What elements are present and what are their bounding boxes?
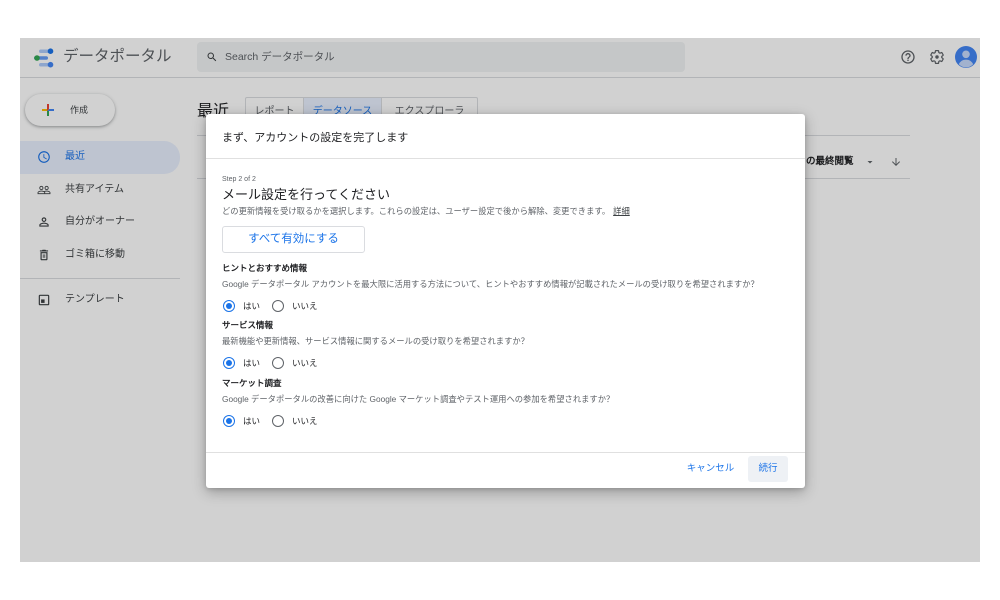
section-title: マーケット調査	[222, 378, 282, 388]
radio-label-yes[interactable]: はい	[243, 299, 260, 313]
setup-dialog: まず、アカウントの設定を完了します Step 2 of 2 メール設定を行ってく…	[206, 114, 805, 488]
cancel-button[interactable]: キャンセル	[680, 456, 741, 482]
dialog-heading: メール設定を行ってください	[222, 187, 390, 202]
radio-label-no[interactable]: いいえ	[292, 299, 318, 313]
email-pref-service-section: サービス情報 最新機能や更新情報、サービス情報に関するメールの受け取りを希望され…	[222, 318, 792, 370]
continue-button[interactable]: 続行	[748, 456, 788, 482]
dialog-header-divider	[206, 158, 805, 159]
radio-label-yes[interactable]: はい	[243, 414, 260, 428]
details-link[interactable]: 詳細	[613, 206, 630, 216]
tips-yes-radio[interactable]	[223, 300, 235, 312]
service-no-radio[interactable]	[272, 357, 285, 369]
tips-no-radio[interactable]	[272, 300, 285, 312]
section-description: Google データポータル アカウントを最大限に活用する方法について、ヒントや…	[222, 279, 759, 289]
radio-label-no[interactable]: いいえ	[292, 414, 318, 428]
radio-group: はい いいえ	[222, 299, 792, 313]
section-description: 最新機能や更新情報、サービス情報に関するメールの受け取りを希望されますか？	[222, 336, 529, 346]
dialog-footer-divider	[206, 452, 805, 453]
enable-all-button[interactable]: すべて有効にする	[222, 226, 365, 253]
email-pref-research-section: マーケット調査 Google データポータルの改善に向けた Google マーケ…	[222, 376, 792, 428]
email-pref-tips-section: ヒントとおすすめ情報 Google データポータル アカウントを最大限に活用する…	[222, 261, 792, 313]
section-title: サービス情報	[222, 320, 274, 330]
research-yes-radio[interactable]	[223, 415, 235, 427]
radio-group: はい いいえ	[222, 356, 792, 370]
dialog-title: まず、アカウントの設定を完了します	[222, 132, 409, 144]
service-yes-radio[interactable]	[223, 357, 235, 369]
step-indicator: Step 2 of 2	[222, 176, 256, 183]
section-title: ヒントとおすすめ情報	[222, 263, 308, 273]
section-description: Google データポータルの改善に向けた Google マーケット調査やテスト…	[222, 394, 615, 404]
dialog-description: どの更新情報を受け取るかを選択します。これらの設定は、ユーザー設定で後から解除、…	[222, 205, 630, 217]
radio-group: はい いいえ	[222, 414, 792, 428]
radio-label-no[interactable]: いいえ	[292, 356, 318, 370]
research-no-radio[interactable]	[272, 415, 285, 427]
dialog-description-text: どの更新情報を受け取るかを選択します。これらの設定は、ユーザー設定で後から解除、…	[222, 206, 611, 216]
radio-label-yes[interactable]: はい	[243, 356, 260, 370]
